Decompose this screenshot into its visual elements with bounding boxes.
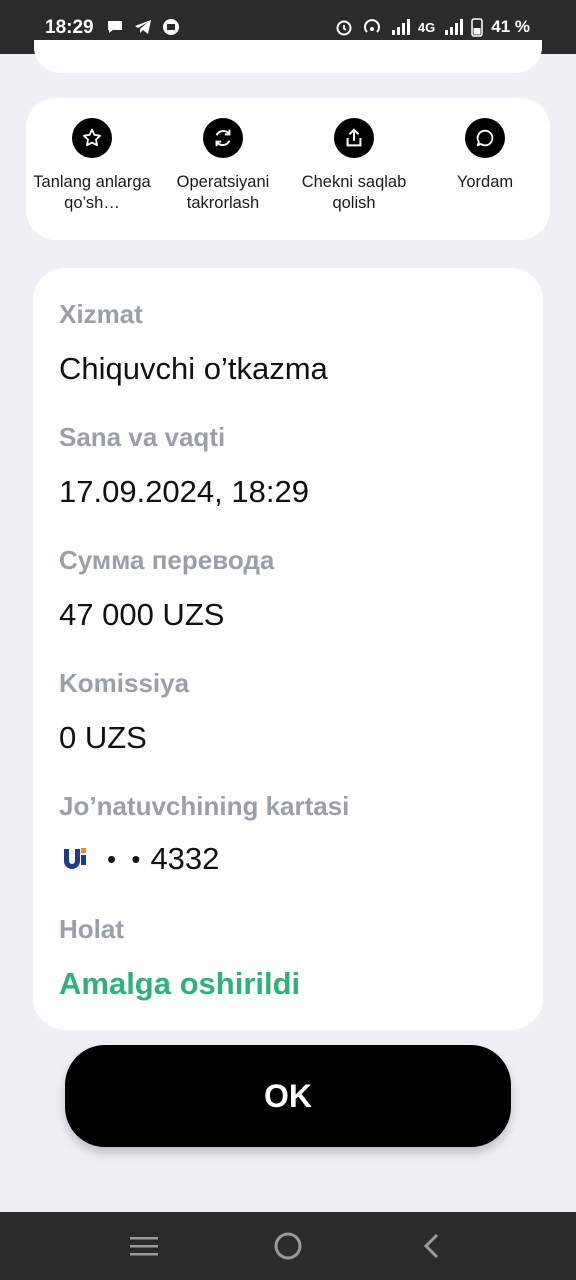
navigation-bar bbox=[0, 1212, 576, 1280]
commission-label: Komissiya bbox=[59, 668, 190, 698]
datetime-value: 17.09.2024, 18:29 bbox=[59, 474, 309, 509]
uzcard-logo-icon bbox=[64, 848, 86, 869]
repeat-operation-button[interactable]: Operatsiyani takrorlash bbox=[157, 118, 289, 214]
hotspot-icon bbox=[363, 19, 380, 33]
help-button[interactable]: Yordam bbox=[419, 118, 551, 193]
amount-label: Сумма перевода bbox=[59, 545, 275, 575]
save-receipt-button[interactable]: Chekni saqlab qolish bbox=[288, 118, 420, 214]
action-label: Tanlang anlarga qo’sh… bbox=[33, 173, 151, 212]
service-label: Xizmat bbox=[59, 299, 143, 329]
card-mask: • • bbox=[107, 843, 145, 874]
sender-card-row: • • 4332 bbox=[59, 841, 219, 877]
actions-card: Tanlang anlarga qo’sh… Operatsiyani takr… bbox=[26, 98, 550, 240]
status-label: Holat bbox=[59, 914, 124, 944]
telegram-icon bbox=[135, 20, 151, 34]
action-label: Operatsiyani takrorlash bbox=[176, 173, 270, 212]
app-icon bbox=[163, 19, 179, 35]
add-to-favorites-button[interactable]: Tanlang anlarga qo’sh… bbox=[26, 118, 158, 214]
battery-percent: 41 % bbox=[491, 17, 530, 36]
amount-value: 47 000 UZS bbox=[59, 597, 225, 632]
service-value: Chiquvchi o’tkazma bbox=[59, 351, 328, 386]
battery-icon bbox=[471, 18, 483, 37]
signal-icon bbox=[445, 19, 464, 35]
action-label: Yordam bbox=[456, 173, 514, 191]
back-button[interactable] bbox=[412, 1230, 452, 1262]
previous-card-edge bbox=[34, 40, 542, 73]
status-value: Amalga oshirildi bbox=[59, 966, 301, 1001]
alarm-icon bbox=[336, 20, 352, 36]
recent-apps-button[interactable] bbox=[124, 1230, 164, 1262]
action-label: Chekni saqlab qolish bbox=[301, 173, 407, 212]
menu-icon bbox=[130, 1237, 158, 1256]
status-time: 18:29 bbox=[45, 17, 94, 38]
ok-button[interactable]: OK bbox=[65, 1045, 511, 1147]
chat-icon bbox=[108, 21, 122, 33]
card-number: 4332 bbox=[150, 841, 220, 876]
home-button[interactable] bbox=[268, 1230, 308, 1262]
chat-bubble-icon bbox=[476, 129, 494, 147]
signal-icon bbox=[391, 19, 410, 35]
back-icon bbox=[423, 1233, 439, 1259]
star-icon bbox=[83, 128, 101, 147]
datetime-label: Sana va vaqti bbox=[59, 422, 226, 452]
transaction-details-card: Xizmat Chiquvchi o’tkazma Sana va vaqti … bbox=[33, 268, 543, 1030]
commission-value: 0 UZS bbox=[59, 720, 147, 755]
network-type: 4G bbox=[417, 19, 436, 35]
sender-card-label: Jo’natuvchining kartasi bbox=[59, 791, 350, 821]
share-icon bbox=[346, 128, 362, 147]
repeat-icon bbox=[215, 129, 231, 147]
home-icon bbox=[274, 1232, 302, 1260]
